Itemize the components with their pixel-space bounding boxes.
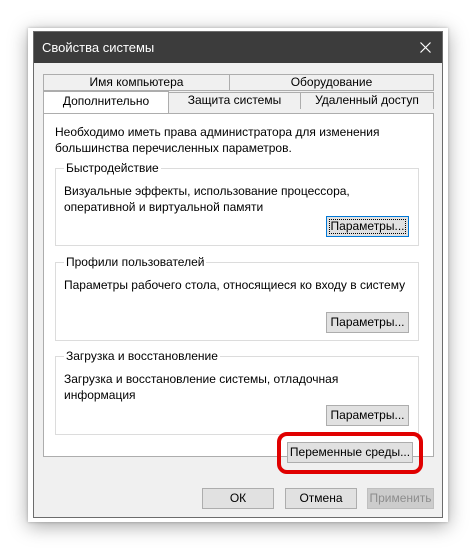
button-label: Параметры...	[330, 408, 405, 422]
tab-label: Удаленный доступ	[315, 93, 419, 107]
admin-notice: Необходимо иметь права администратора дл…	[55, 125, 380, 155]
environment-variables-button[interactable]: Переменные среды...	[287, 442, 413, 463]
startup-recovery-description: Загрузка и восстановление системы, отлад…	[64, 372, 339, 402]
performance-title: Быстродействие	[64, 160, 161, 176]
tab-label: Оборудование	[290, 75, 373, 89]
tab-remote[interactable]: Удаленный доступ	[300, 92, 434, 109]
user-profiles-settings-button[interactable]: Параметры...	[326, 312, 409, 333]
button-label: Переменные среды...	[289, 445, 411, 459]
button-label: Применить	[369, 491, 432, 505]
close-button[interactable]	[408, 32, 442, 63]
button-label: Отмена	[299, 491, 343, 505]
tab-label: Дополнительно	[62, 94, 150, 108]
system-properties-dialog: Свойства системы Имя компьютера Оборудов…	[33, 31, 443, 518]
tab-system-protection[interactable]: Защита системы	[168, 92, 301, 109]
title-bar[interactable]: Свойства системы	[34, 32, 442, 63]
window-title: Свойства системы	[42, 40, 155, 55]
tab-label: Защита системы	[187, 93, 282, 107]
cancel-button[interactable]: Отмена	[285, 488, 357, 509]
performance-settings-button[interactable]: Параметры...	[326, 216, 409, 237]
tab-hardware[interactable]: Оборудование	[229, 74, 434, 91]
performance-description: Визуальные эффекты, использование процес…	[64, 184, 350, 214]
advanced-tab-panel: Необходимо иметь права администратора дл…	[43, 113, 434, 457]
startup-recovery-group: Загрузка и восстановление Загрузка и вос…	[55, 348, 419, 435]
tab-computer-name[interactable]: Имя компьютера	[43, 74, 230, 91]
user-profiles-title: Профили пользователей	[64, 254, 207, 270]
apply-button: Применить	[367, 488, 434, 509]
startup-recovery-settings-button[interactable]: Параметры...	[326, 405, 409, 426]
close-icon	[419, 42, 431, 53]
tab-label: Имя компьютера	[89, 75, 184, 89]
button-label: Параметры...	[330, 219, 405, 233]
button-label: Параметры...	[330, 315, 405, 329]
user-profiles-description: Параметры рабочего стола, относящиеся ко…	[64, 278, 406, 292]
startup-recovery-title: Загрузка и восстановление	[64, 348, 220, 364]
ok-button[interactable]: ОК	[202, 488, 274, 509]
button-label: ОК	[229, 491, 247, 505]
user-profiles-group: Профили пользователей Параметры рабочего…	[55, 254, 419, 341]
tab-advanced[interactable]: Дополнительно	[43, 91, 169, 113]
performance-group: Быстродействие Визуальные эффекты, испол…	[55, 160, 419, 246]
